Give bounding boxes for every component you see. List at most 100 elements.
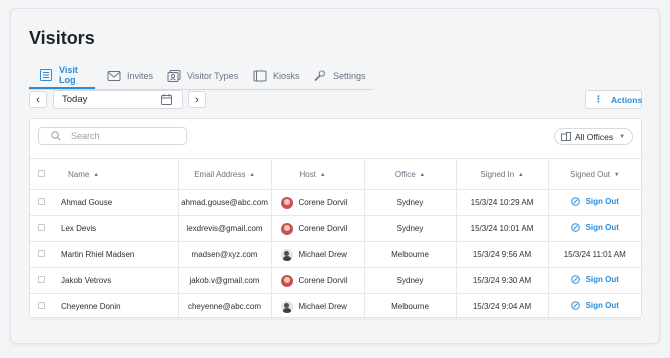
envelope-icon bbox=[107, 70, 121, 82]
actions-label: Actions bbox=[611, 94, 643, 105]
sort-icon: ▲ bbox=[419, 171, 426, 178]
search-input[interactable]: Search bbox=[38, 127, 187, 145]
tab-visit-log[interactable]: Visit Log bbox=[29, 62, 95, 89]
sort-icon: ▲ bbox=[518, 171, 524, 178]
host-name: Michael Drew bbox=[298, 249, 347, 259]
visitor-name: Cheyenne Donin bbox=[52, 293, 178, 320]
signed-out-cell: Sign Out bbox=[547, 189, 641, 216]
tab-visitor-types[interactable]: Visitor Types bbox=[155, 62, 241, 89]
office-name: Melbourne bbox=[363, 293, 456, 320]
signed-in-time: 15/3/24 10:01 AM bbox=[455, 215, 548, 242]
table-row[interactable]: Cheyenne Donin cheyenne@abc.com Michael Dr… bbox=[30, 293, 641, 320]
table-row[interactable]: Ahmad Gouse ahmad.gouse@abc.com Corene Dor… bbox=[30, 189, 641, 216]
next-day-button[interactable]: › bbox=[188, 91, 206, 108]
actions-button[interactable]: ⋮ Actions bbox=[585, 90, 642, 109]
signed-in-time: 15/3/24 9:56 AM bbox=[455, 241, 548, 268]
signed-out-cell: Sign Out bbox=[547, 293, 641, 320]
host-name: Corene Dorvil bbox=[298, 275, 348, 285]
visits-table: Name ▲ Email Address ▲ Host ▲ Office ▲ Signe… bbox=[30, 158, 641, 320]
visitor-email: ahmad.gouse@abc.com bbox=[177, 189, 271, 216]
sort-icon: ▼ bbox=[614, 171, 620, 178]
signed-in-time: 15/3/24 10:29 AM bbox=[455, 189, 548, 216]
tab-label: Visit Log bbox=[59, 64, 78, 85]
table-row[interactable]: Lex Devis lexdrevis@gmail.com Corene Dorvi… bbox=[30, 215, 641, 242]
table-header-row: Name ▲ Email Address ▲ Host ▲ Office ▲ Signe… bbox=[30, 158, 641, 190]
sign-out-button[interactable]: Sign Out bbox=[570, 275, 619, 284]
column-header-host[interactable]: Host ▲ bbox=[270, 158, 364, 190]
office-filter-dropdown[interactable]: All Offices ▼ bbox=[554, 128, 633, 145]
row-checkbox[interactable] bbox=[30, 215, 52, 242]
visitor-name: Jakob Vetrovs bbox=[52, 267, 178, 294]
row-checkbox[interactable] bbox=[30, 293, 52, 320]
column-header-signed-out[interactable]: Signed Out ▼ bbox=[547, 158, 641, 190]
signed-out-cell: Sign Out bbox=[547, 267, 641, 294]
visitor-name: Ahmad Gouse bbox=[52, 189, 178, 216]
search-icon bbox=[51, 131, 61, 141]
sort-icon: ▲ bbox=[93, 171, 99, 178]
host-name: Michael Drew bbox=[298, 301, 347, 311]
signed-out-cell: 15/3/24 11:01 AM bbox=[547, 241, 641, 268]
search-placeholder: Search bbox=[71, 131, 100, 141]
visitor-name: Lex Devis bbox=[52, 215, 178, 242]
visitor-email: jakob.v@gmail.com bbox=[177, 267, 271, 294]
sign-out-button[interactable]: Sign Out bbox=[570, 301, 619, 310]
chevron-right-icon: › bbox=[195, 93, 199, 106]
avatar bbox=[280, 248, 293, 261]
host-cell: Corene Dorvil bbox=[270, 189, 364, 216]
table-row[interactable]: Martin Rhiel Madsen madsen@xyz.com Michael… bbox=[30, 241, 641, 268]
office-name: Melbourne bbox=[363, 241, 456, 268]
signed-in-time: 15/3/24 9:04 AM bbox=[455, 293, 548, 320]
row-checkbox[interactable] bbox=[30, 189, 52, 216]
date-value: Today bbox=[62, 94, 88, 105]
table-row[interactable]: Jakob Vetrovs jakob.v@gmail.com Corene Dor… bbox=[30, 267, 641, 294]
row-checkbox[interactable] bbox=[30, 241, 52, 268]
more-vertical-icon: ⋮ bbox=[594, 94, 603, 104]
host-name: Corene Dorvil bbox=[298, 223, 348, 233]
tab-label: Visitor Types bbox=[187, 70, 239, 81]
avatar bbox=[280, 274, 293, 287]
id-card-icon bbox=[167, 69, 181, 82]
office-name: Sydney bbox=[363, 215, 456, 242]
avatar bbox=[280, 300, 293, 313]
tab-label: Kiosks bbox=[273, 70, 300, 81]
tablet-icon bbox=[253, 70, 267, 82]
visitor-email: madsen@xyz.com bbox=[177, 241, 271, 268]
page-title: Visitors bbox=[29, 28, 95, 48]
office-name: Sydney bbox=[363, 189, 456, 216]
visitor-email: lexdrevis@gmail.com bbox=[177, 215, 271, 242]
visitor-name: Martin Rhiel Madsen bbox=[52, 241, 178, 268]
column-header-name[interactable]: Name ▲ bbox=[52, 158, 178, 190]
sign-out-button[interactable]: Sign Out bbox=[570, 197, 619, 206]
signed-in-time: 15/3/24 9:30 AM bbox=[455, 267, 548, 294]
tab-invites[interactable]: Invites bbox=[95, 62, 155, 89]
sign-out-icon bbox=[570, 223, 580, 232]
tab-settings[interactable]: Settings bbox=[301, 62, 373, 89]
chevron-down-icon: ▼ bbox=[619, 133, 626, 140]
host-cell: Michael Drew bbox=[270, 293, 364, 320]
avatar bbox=[280, 222, 293, 235]
visit-log-panel: Search All Offices ▼ Name ▲ Email Address… bbox=[29, 118, 642, 320]
previous-day-button[interactable]: ‹ bbox=[29, 91, 47, 108]
calendar-icon bbox=[161, 94, 172, 105]
tab-bar: Visit Log Invites Visitor Types Kiosks S… bbox=[29, 62, 373, 90]
list-icon bbox=[39, 68, 53, 81]
office-filter-value: All Offices bbox=[575, 131, 614, 142]
select-all-checkbox[interactable] bbox=[30, 158, 52, 190]
host-cell: Corene Dorvil bbox=[270, 267, 364, 294]
row-checkbox[interactable] bbox=[30, 267, 52, 294]
column-header-office[interactable]: Office ▲ bbox=[363, 158, 456, 190]
column-header-signed-in[interactable]: Signed In ▲ bbox=[455, 158, 548, 190]
signed-out-time: 15/3/24 11:01 AM bbox=[563, 250, 626, 259]
host-name: Corene Dorvil bbox=[298, 197, 348, 207]
wrench-icon bbox=[313, 70, 327, 82]
tab-kiosks[interactable]: Kiosks bbox=[241, 62, 301, 89]
visitors-card: Visitors Visit Log Invites Visitor Types… bbox=[10, 8, 660, 344]
visitor-email: cheyenne@abc.com bbox=[177, 293, 271, 320]
host-cell: Michael Drew bbox=[270, 241, 364, 268]
chevron-left-icon: ‹ bbox=[36, 93, 40, 106]
sign-out-button[interactable]: Sign Out bbox=[570, 223, 619, 232]
avatar bbox=[280, 196, 293, 209]
signed-out-cell: Sign Out bbox=[547, 215, 641, 242]
column-header-email[interactable]: Email Address ▲ bbox=[177, 158, 271, 190]
date-picker[interactable]: Today bbox=[53, 90, 183, 109]
